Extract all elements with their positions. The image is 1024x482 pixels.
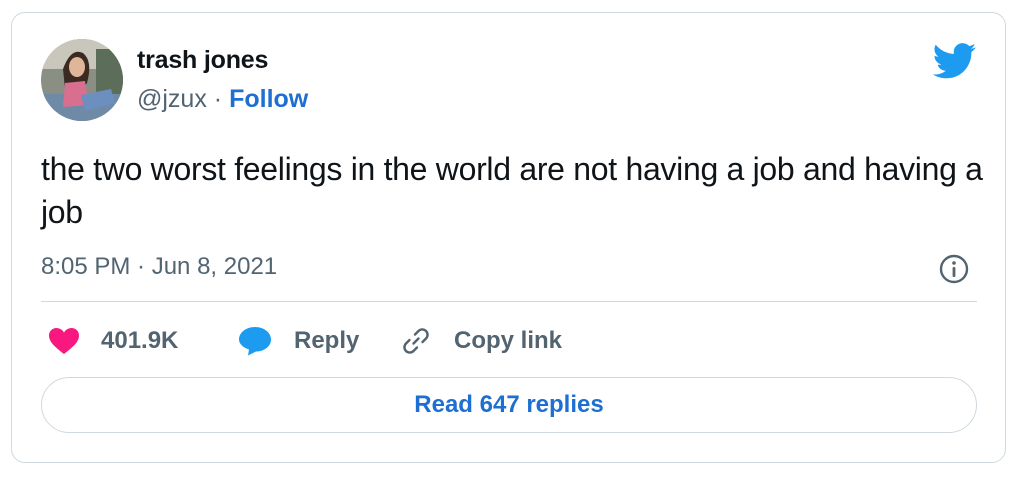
handle-row: @jzux · Follow [137,85,308,114]
tweet-text: the two worst feelings in the world are … [41,151,983,230]
heart-icon [49,327,79,354]
link-icon [403,328,429,354]
avatar[interactable] [41,39,123,121]
like-count: 401.9K [101,327,179,354]
info-icon[interactable] [938,253,970,285]
twitter-bird-icon[interactable] [933,43,977,79]
follow-button[interactable]: Follow [229,85,308,113]
reply-label: Reply [294,327,360,354]
copy-link-label: Copy link [454,327,563,354]
avatar-photo [41,39,123,121]
speech-bubble-icon [239,327,271,356]
like-button[interactable]: 401.9K [49,321,178,361]
user-handle[interactable]: @jzux [137,85,207,113]
separator-dot: · [213,85,223,113]
copy-link-button[interactable]: Copy link [400,321,562,361]
display-name[interactable]: trash jones [137,46,268,75]
tweet-timestamp[interactable]: 8:05 PM · Jun 8, 2021 [41,253,277,281]
reply-button[interactable]: Reply [238,321,359,361]
divider [41,301,977,302]
read-replies-button[interactable]: Read 647 replies [41,377,977,433]
tweet-card: trash jones @jzux · Follow the two worst… [11,12,1006,463]
